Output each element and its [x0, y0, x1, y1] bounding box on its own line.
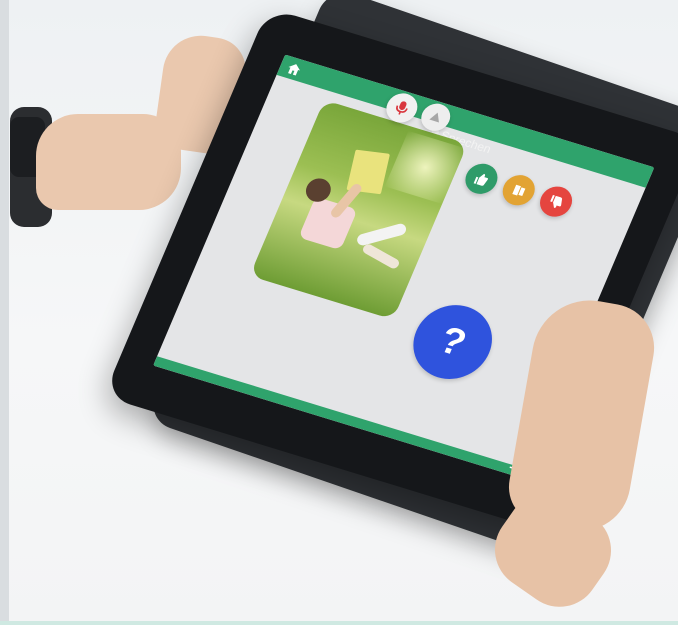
photo-leg-2 — [361, 242, 402, 271]
thumbs-up-icon — [473, 173, 488, 186]
thumbs-up-button[interactable] — [460, 159, 503, 198]
microphone-icon — [396, 101, 408, 115]
content-photo — [249, 99, 468, 320]
triangle-icon — [429, 112, 439, 123]
neutral-thumb-icon — [511, 184, 526, 196]
background-edge-bottom — [0, 621, 678, 625]
help-question-mark: ? — [433, 318, 473, 365]
bottom-bar — [153, 356, 527, 479]
thumbs-down-button[interactable] — [535, 182, 577, 221]
photo-leg — [356, 222, 408, 247]
thumbs-down-icon — [549, 194, 562, 208]
help-button[interactable]: ? — [401, 295, 504, 389]
neutral-button[interactable] — [497, 171, 540, 210]
background-edge-left — [0, 0, 9, 625]
photo-sunlight — [384, 130, 466, 204]
